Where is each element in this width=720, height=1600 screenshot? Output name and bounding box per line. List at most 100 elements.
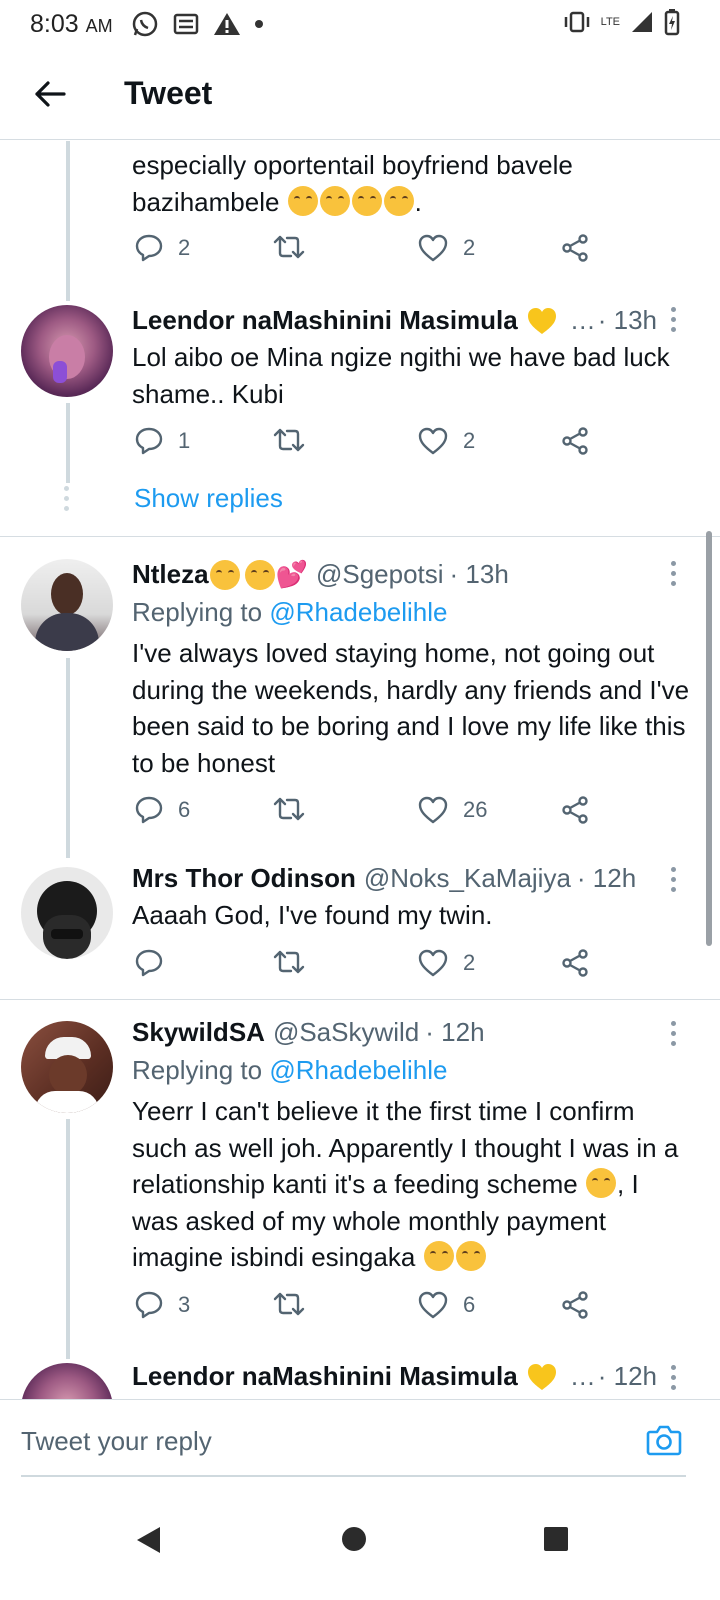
display-name[interactable]: SkywildSA: [132, 1017, 265, 1048]
thread-line: [66, 658, 70, 858]
share-button[interactable]: [560, 948, 590, 978]
signal-icon: [632, 12, 652, 32]
scrollbar[interactable]: [706, 531, 712, 946]
like-icon: [418, 1291, 448, 1319]
input-underline: [21, 1475, 686, 1477]
tweet-text: Yeerr I can't believe it the first time …: [132, 1096, 679, 1272]
handle: @Noks_KaMajiya: [363, 863, 571, 893]
mention-link[interactable]: @Rhadebelihle: [269, 597, 447, 627]
reply-button[interactable]: [134, 948, 178, 978]
share-icon: [562, 949, 588, 977]
like-button[interactable]: 2: [417, 426, 475, 456]
reply-button[interactable]: 1: [134, 426, 190, 456]
back-arrow-icon: [35, 80, 66, 107]
share-button[interactable]: [560, 1290, 590, 1320]
share-button[interactable]: [560, 426, 590, 456]
more-options-button[interactable]: [666, 561, 680, 586]
face-with-raised-eyebrow-icon: [455, 1241, 486, 1271]
tweet-header: Ntleza 💕 @Sgepotsi · 13h: [132, 559, 692, 590]
thread-line: [66, 403, 70, 483]
nav-home-button[interactable]: [340, 1525, 368, 1558]
two-hearts-icon: 💕: [275, 559, 308, 589]
timestamp: · 13h: [597, 305, 657, 335]
tweet-header: Leendor naMashinini Masimula … · 12h: [132, 1361, 692, 1392]
reply-icon: [135, 949, 163, 977]
retweet-button[interactable]: [272, 426, 306, 454]
tweet-feed[interactable]: especially oportentail boyfriend bavele …: [0, 141, 720, 1399]
retweet-button[interactable]: [272, 795, 306, 823]
retweet-icon: [273, 1292, 305, 1316]
retweet-button[interactable]: [272, 233, 306, 261]
reply-icon: [135, 427, 163, 455]
more-options-button[interactable]: [666, 1021, 680, 1046]
more-options-button[interactable]: [666, 867, 680, 892]
tweet-actions: 3 6: [132, 1290, 602, 1326]
display-name[interactable]: Ntleza: [132, 559, 209, 590]
like-icon: [418, 949, 448, 977]
handle: …: [569, 1361, 596, 1391]
reply-button[interactable]: 3: [134, 1290, 190, 1320]
avatar[interactable]: [21, 1021, 113, 1113]
camera-icon: [646, 1425, 682, 1456]
timestamp: · 12h: [576, 863, 637, 893]
laughing-emoji-icon: [319, 185, 350, 216]
nav-recents-icon: [544, 1527, 568, 1551]
share-icon: [562, 234, 588, 262]
timestamp: · 12h: [597, 1361, 657, 1391]
avatar[interactable]: [21, 867, 113, 959]
reply-button[interactable]: 6: [134, 795, 190, 825]
retweet-icon: [273, 428, 305, 452]
handle: @SaSkywild: [272, 1017, 420, 1047]
timestamp: · 13h: [449, 559, 509, 589]
page-title: Tweet: [124, 75, 213, 111]
nav-recents-button[interactable]: [542, 1525, 570, 1558]
tweet-actions: 2 2: [132, 233, 602, 269]
handle: @Sgepotsi: [315, 559, 444, 589]
like-button[interactable]: 26: [417, 795, 487, 825]
share-button[interactable]: [560, 233, 590, 263]
show-replies-link[interactable]: Show replies: [134, 483, 283, 514]
reply-button[interactable]: 2: [134, 233, 190, 263]
like-button[interactable]: 6: [417, 1290, 475, 1320]
clock: 8:03 AM: [30, 9, 113, 38]
display-name[interactable]: Mrs Thor Odinson: [132, 863, 356, 894]
reply-icon: [135, 1291, 163, 1319]
tweet-actions: 2: [132, 948, 602, 984]
tweet-text: especially oportentail boyfriend bavele …: [132, 150, 573, 217]
laughing-emoji-icon: [287, 185, 318, 216]
whatsapp-icon: [132, 11, 157, 37]
camera-button[interactable]: [646, 1424, 682, 1461]
nav-back-icon: [137, 1527, 160, 1553]
display-name[interactable]: Leendor naMashinini Masimula: [132, 1361, 518, 1392]
avatar[interactable]: [21, 559, 113, 651]
retweet-button[interactable]: [272, 948, 306, 976]
retweet-button[interactable]: [272, 1290, 306, 1318]
tweet-actions: 6 26: [132, 795, 602, 831]
vibrate-icon: [564, 11, 589, 33]
yellow-heart-icon: [527, 307, 556, 334]
avatar[interactable]: [21, 1363, 113, 1399]
collapsed-thread-dots: [64, 486, 69, 511]
timestamp: · 12h: [425, 1017, 485, 1047]
tweet-text: I've always loved staying home, not goin…: [132, 638, 690, 778]
like-button[interactable]: 2: [417, 948, 475, 978]
avatar[interactable]: [21, 305, 113, 397]
reply-input[interactable]: Tweet your reply: [21, 1426, 212, 1457]
nav-back-button[interactable]: [134, 1525, 162, 1560]
reply-composer: Tweet your reply: [0, 1399, 720, 1489]
mention-link[interactable]: @Rhadebelihle: [269, 1055, 447, 1085]
replying-to: Replying to @Rhadebelihle: [132, 1055, 448, 1085]
tweet-header: SkywildSA @SaSkywild · 12h: [132, 1017, 692, 1048]
like-icon: [418, 796, 448, 824]
like-button[interactable]: 2: [417, 233, 475, 263]
more-options-button[interactable]: [666, 1365, 680, 1390]
nav-home-icon: [342, 1527, 366, 1551]
winking-face-icon: [244, 559, 275, 590]
laughing-emoji-icon: [351, 185, 382, 216]
display-name[interactable]: Leendor naMashinini Masimula: [132, 305, 518, 336]
share-button[interactable]: [560, 795, 590, 825]
more-options-button[interactable]: [666, 307, 680, 332]
face-with-hand-over-mouth-icon: [423, 1241, 454, 1271]
message-icon: [173, 13, 198, 35]
back-button[interactable]: [20, 64, 80, 124]
